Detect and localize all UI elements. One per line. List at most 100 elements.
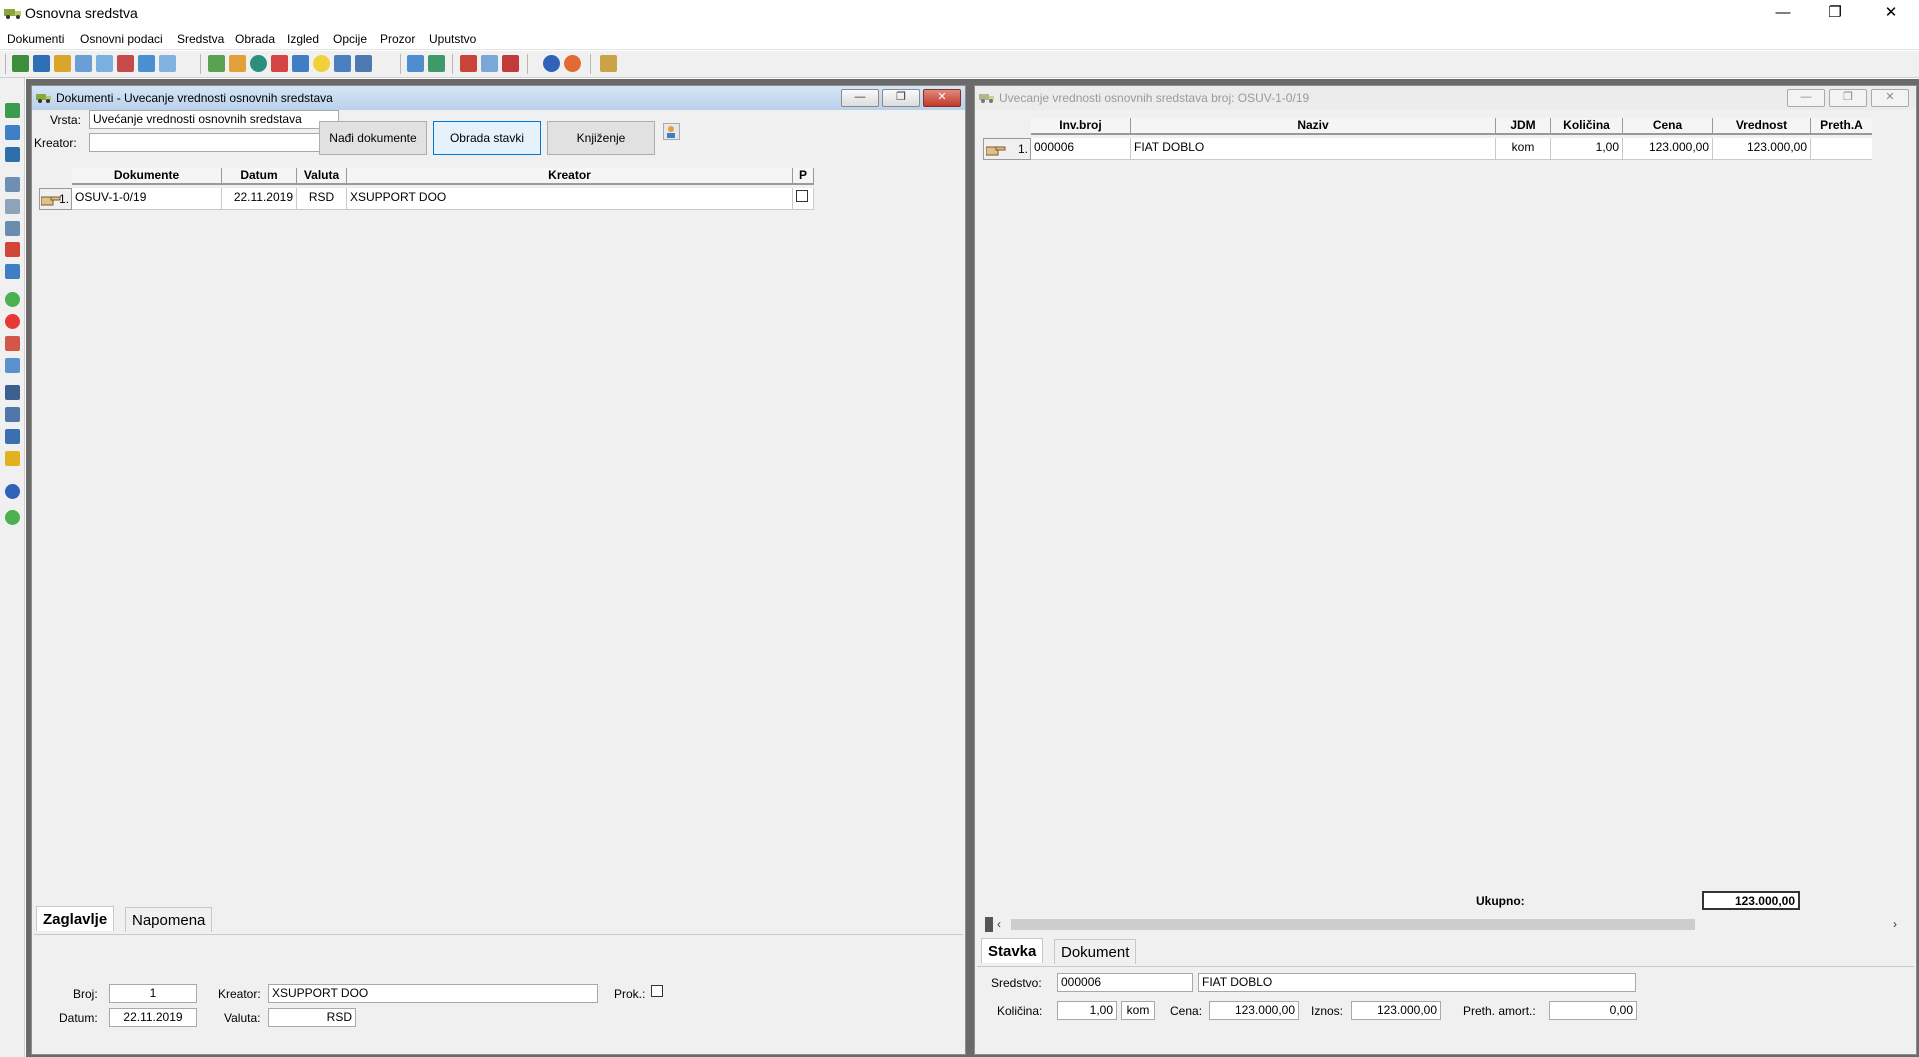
share-icon[interactable]: [355, 55, 372, 72]
kreator-filter-input[interactable]: [89, 133, 339, 152]
tab-stavka[interactable]: Stavka: [981, 938, 1044, 963]
posted-checkbox[interactable]: [796, 190, 808, 202]
window-icon[interactable]: [481, 55, 498, 72]
scroll-right-arrow[interactable]: ›: [1893, 917, 1897, 931]
exit-icon[interactable]: [600, 55, 617, 72]
undo-icon[interactable]: [5, 336, 20, 351]
datum-field[interactable]: 22.11.2019: [109, 1008, 197, 1027]
cell-naziv[interactable]: FIAT DOBLO: [1131, 138, 1496, 160]
print-preview-icon[interactable]: [5, 199, 20, 214]
documents-maximize-button[interactable]: ❐: [882, 89, 920, 107]
vrsta-field[interactable]: Uvećanje vrednosti osnovnih sredstava: [89, 110, 339, 129]
sredstvo-name-field[interactable]: FIAT DOBLO: [1198, 973, 1636, 992]
col-p[interactable]: P: [793, 168, 814, 185]
cell-datum[interactable]: 22.11.2019: [222, 188, 297, 210]
horizontal-scrollbar[interactable]: ‹ ›: [985, 916, 1909, 933]
menu-izgled[interactable]: Izgled: [287, 32, 319, 46]
valuta-field[interactable]: RSD: [268, 1008, 356, 1027]
spreadsheet-icon[interactable]: [428, 55, 445, 72]
save-icon[interactable]: [5, 103, 20, 118]
items-close-button[interactable]: ✕: [1871, 89, 1909, 107]
open-document-icon[interactable]: [33, 55, 50, 72]
document-copy-icon[interactable]: [138, 55, 155, 72]
items-window-titlebar[interactable]: Uvecanje vrednosti osnovnih sredstava br…: [975, 86, 1916, 110]
menu-prozor[interactable]: Prozor: [380, 32, 415, 46]
folder-icon[interactable]: [54, 55, 71, 72]
sredstvo-code-field[interactable]: 000006: [1057, 973, 1193, 992]
binoculars-icon[interactable]: [5, 385, 20, 400]
bucket-icon[interactable]: [5, 242, 20, 257]
app-restore-button[interactable]: ❐: [1812, 0, 1858, 28]
document-icon[interactable]: [75, 55, 92, 72]
user-icon[interactable]: [229, 55, 246, 72]
tab-napomena[interactable]: Napomena: [125, 907, 213, 932]
cell-p[interactable]: [793, 188, 814, 210]
settings-icon[interactable]: [334, 55, 351, 72]
user-settings-icon[interactable]: [663, 123, 680, 140]
find-next-icon[interactable]: [5, 407, 20, 422]
menu-sredstva[interactable]: Sredstva: [177, 32, 224, 46]
document-view-icon[interactable]: [96, 55, 113, 72]
menu-dokumenti[interactable]: Dokumenti: [7, 32, 64, 46]
row-indicator[interactable]: 1.: [983, 138, 1031, 160]
items-maximize-button[interactable]: ❐: [1829, 89, 1867, 107]
help-icon[interactable]: [5, 484, 20, 499]
documents-window-titlebar[interactable]: Dokumenti - Uvecanje vrednosti osnovnih …: [32, 86, 965, 110]
tab-dokument[interactable]: Dokument: [1054, 939, 1137, 964]
col-preth[interactable]: Preth.A: [1811, 118, 1872, 135]
app-close-button[interactable]: ✕: [1868, 0, 1914, 28]
scrollbar-thumb[interactable]: [1011, 919, 1695, 930]
database-icon[interactable]: [5, 264, 20, 279]
documents-minimize-button[interactable]: —: [841, 89, 879, 107]
documents-close-button[interactable]: ✕: [923, 89, 961, 107]
new-document-icon[interactable]: [12, 55, 29, 72]
home-icon[interactable]: [460, 55, 477, 72]
col-jdm[interactable]: JDM: [1496, 118, 1551, 135]
cell-valuta[interactable]: RSD: [297, 188, 347, 210]
app-minimize-button[interactable]: —: [1760, 0, 1806, 28]
col-vrednost[interactable]: Vrednost: [1713, 118, 1811, 135]
posting-button[interactable]: Knjiženje: [547, 121, 655, 155]
cell-preth[interactable]: [1811, 138, 1872, 160]
link-icon[interactable]: [5, 221, 20, 236]
kolicina-field[interactable]: 1,00: [1057, 1001, 1117, 1020]
tab-zaglavlje[interactable]: Zaglavlje: [36, 906, 115, 931]
print-icon[interactable]: [5, 177, 20, 192]
calculator-icon[interactable]: [407, 55, 424, 72]
iznos-field[interactable]: 123.000,00: [1351, 1001, 1441, 1020]
remove-icon[interactable]: [5, 314, 20, 329]
web-icon[interactable]: [564, 55, 581, 72]
next-icon[interactable]: [5, 510, 20, 525]
scroll-left-arrow[interactable]: ‹: [997, 917, 1001, 931]
col-kolicina[interactable]: Količina: [1551, 118, 1623, 135]
document-export-icon[interactable]: [159, 55, 176, 72]
cell-dokument[interactable]: OSUV-1-0/19: [72, 188, 222, 210]
hierarchy-icon[interactable]: [292, 55, 309, 72]
process-items-button[interactable]: Obrada stavki: [433, 121, 541, 155]
sort-icon[interactable]: [5, 429, 20, 444]
prok-checkbox[interactable]: [651, 985, 663, 997]
filter-icon[interactable]: [5, 451, 20, 466]
save-all-icon[interactable]: [5, 147, 20, 162]
col-kreator[interactable]: Kreator: [347, 168, 793, 185]
lightbulb-icon[interactable]: [313, 55, 330, 72]
col-dokumente[interactable]: Dokumente: [72, 168, 222, 185]
cell-jdm[interactable]: kom: [1496, 138, 1551, 160]
menu-uputstvo[interactable]: Uputstvo: [429, 32, 476, 46]
broj-field[interactable]: 1: [109, 984, 197, 1003]
tree-icon[interactable]: [208, 55, 225, 72]
cena-field[interactable]: 123.000,00: [1209, 1001, 1299, 1020]
exit-window-icon[interactable]: [502, 55, 519, 72]
gem-icon[interactable]: [271, 55, 288, 72]
items-minimize-button[interactable]: —: [1787, 89, 1825, 107]
menu-osnovni-podaci[interactable]: Osnovni podaci: [80, 32, 163, 46]
save-as-icon[interactable]: [5, 125, 20, 140]
preth-amort-field[interactable]: 0,00: [1549, 1001, 1637, 1020]
kreator-field[interactable]: XSUPPORT DOO: [268, 984, 598, 1003]
col-naziv[interactable]: Naziv: [1131, 118, 1496, 135]
cell-inv-broj[interactable]: 000006: [1031, 138, 1131, 160]
find-documents-button[interactable]: Nađi dokumente: [319, 121, 427, 155]
help-icon[interactable]: [543, 55, 560, 72]
row-indicator[interactable]: 1.: [39, 188, 72, 210]
col-cena[interactable]: Cena: [1623, 118, 1713, 135]
